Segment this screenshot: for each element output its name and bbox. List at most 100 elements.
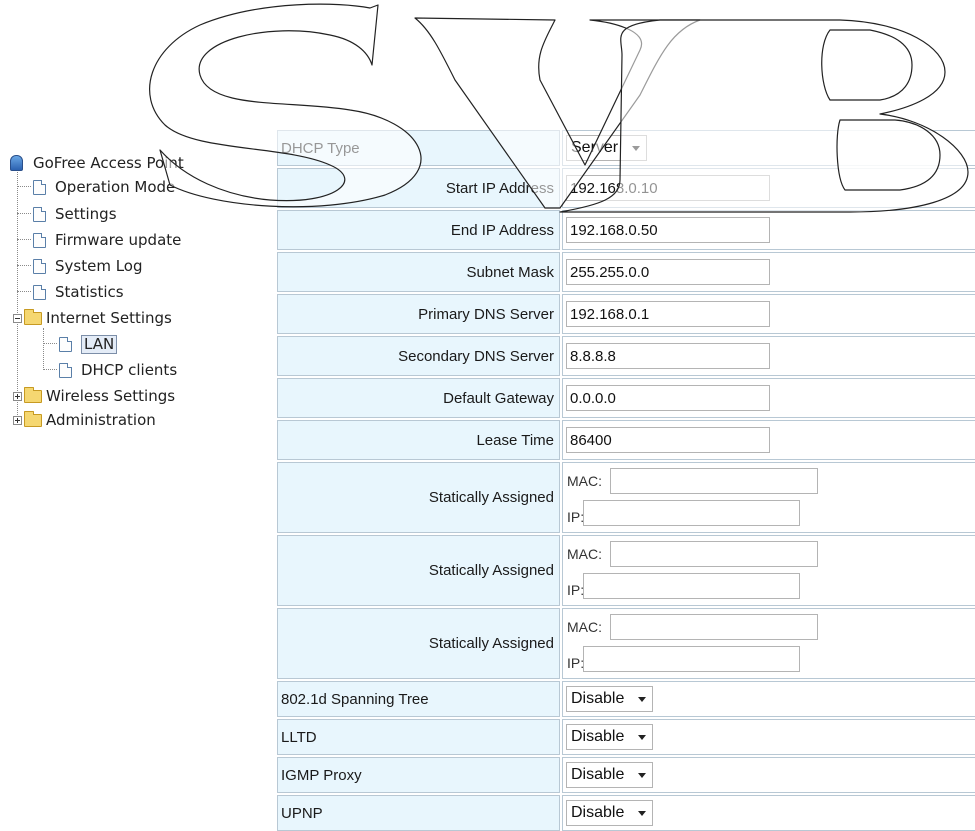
tree-folder-wireless-settings[interactable]: Wireless Settings bbox=[13, 384, 175, 408]
expand-icon[interactable] bbox=[13, 391, 22, 401]
primary-dns-label: Primary DNS Server bbox=[277, 294, 560, 334]
mac-label: MAC: bbox=[567, 619, 602, 635]
row-lltd: LLTD Disable bbox=[277, 719, 975, 755]
ip-input[interactable] bbox=[583, 573, 800, 599]
mac-label: MAC: bbox=[567, 546, 602, 562]
chevron-down-icon bbox=[638, 734, 647, 740]
row-dhcp-type: DHCP Type Server bbox=[277, 130, 975, 166]
tree-item-system-log[interactable]: System Log bbox=[33, 254, 143, 278]
tree-folder-label: Internet Settings bbox=[46, 309, 172, 327]
subnet-mask-input[interactable] bbox=[566, 259, 770, 285]
upnp-select[interactable]: Disable bbox=[566, 800, 654, 826]
tree-root[interactable]: GoFree Access Point bbox=[10, 151, 184, 175]
collapse-icon[interactable] bbox=[13, 313, 22, 323]
tree-item-dhcp-clients[interactable]: DHCP clients bbox=[59, 358, 177, 382]
row-secondary-dns: Secondary DNS Server bbox=[277, 336, 975, 376]
tree-root-label: GoFree Access Point bbox=[33, 154, 184, 172]
tree-item-lan[interactable]: LAN bbox=[59, 332, 118, 356]
chevron-down-icon bbox=[632, 145, 641, 151]
igmp-proxy-label: IGMP Proxy bbox=[277, 757, 560, 793]
dhcp-type-select[interactable]: Server bbox=[566, 135, 648, 161]
row-default-gateway: Default Gateway bbox=[277, 378, 975, 418]
default-gateway-input[interactable] bbox=[566, 385, 770, 411]
tree-item-settings[interactable]: Settings bbox=[33, 202, 117, 226]
static-assignment-label: Statically Assigned bbox=[277, 462, 560, 533]
ip-label: IP: bbox=[567, 509, 585, 525]
mac-input[interactable] bbox=[610, 468, 818, 494]
secondary-dns-input[interactable] bbox=[566, 343, 770, 369]
row-primary-dns: Primary DNS Server bbox=[277, 294, 975, 334]
ip-label: IP: bbox=[567, 655, 585, 671]
access-point-icon bbox=[10, 155, 23, 171]
lltd-value: Disable bbox=[571, 728, 625, 745]
page-icon bbox=[33, 179, 46, 195]
row-static-assignment: Statically Assigned MAC: IP: bbox=[277, 535, 975, 606]
start-ip-label: Start IP Address bbox=[277, 168, 560, 208]
end-ip-label: End IP Address bbox=[277, 210, 560, 250]
tree-item-statistics[interactable]: Statistics bbox=[33, 280, 124, 304]
lease-time-label: Lease Time bbox=[277, 420, 560, 460]
dhcp-type-value: Server bbox=[571, 139, 619, 156]
tree-item-label: DHCP clients bbox=[81, 361, 178, 379]
page-icon bbox=[59, 362, 72, 378]
mac-input[interactable] bbox=[610, 614, 818, 640]
tree-item-operation-mode[interactable]: Operation Mode bbox=[33, 175, 175, 199]
default-gateway-label: Default Gateway bbox=[277, 378, 560, 418]
expand-icon[interactable] bbox=[13, 415, 22, 425]
tree-item-label: System Log bbox=[55, 257, 143, 275]
page-icon bbox=[33, 206, 46, 222]
lltd-select[interactable]: Disable bbox=[566, 724, 654, 750]
tree-folder-internet-settings[interactable]: Internet Settings bbox=[13, 306, 172, 330]
folder-icon bbox=[24, 410, 42, 427]
tree-item-label: Statistics bbox=[55, 283, 124, 301]
igmp-proxy-select[interactable]: Disable bbox=[566, 762, 654, 788]
static-assignment-label: Statically Assigned bbox=[277, 535, 560, 606]
ip-input[interactable] bbox=[583, 500, 800, 526]
lease-time-input[interactable] bbox=[566, 427, 770, 453]
row-static-assignment: Statically Assigned MAC: IP: bbox=[277, 608, 975, 679]
spanning-tree-value: Disable bbox=[571, 690, 625, 707]
folder-icon bbox=[24, 386, 42, 403]
tree-folder-label: Administration bbox=[46, 411, 156, 429]
navigation-tree: GoFree Access Point Operation Mode Setti… bbox=[0, 0, 270, 830]
row-spanning-tree: 802.1d Spanning Tree Disable bbox=[277, 681, 975, 717]
row-end-ip: End IP Address bbox=[277, 210, 975, 250]
page-icon bbox=[59, 336, 72, 352]
chevron-down-icon bbox=[638, 696, 647, 702]
page-icon bbox=[33, 232, 46, 248]
tree-item-firmware-update[interactable]: Firmware update bbox=[33, 228, 181, 252]
tree-folder-label: Wireless Settings bbox=[46, 387, 176, 405]
folder-open-icon bbox=[24, 308, 42, 325]
page-icon bbox=[33, 258, 46, 274]
tree-folder-administration[interactable]: Administration bbox=[13, 408, 156, 432]
dhcp-type-label: DHCP Type bbox=[277, 130, 560, 166]
row-subnet-mask: Subnet Mask bbox=[277, 252, 975, 292]
igmp-proxy-value: Disable bbox=[571, 766, 625, 783]
start-ip-input[interactable] bbox=[566, 175, 770, 201]
row-lease-time: Lease Time bbox=[277, 420, 975, 460]
row-static-assignment: Statically Assigned MAC: IP: bbox=[277, 462, 975, 533]
row-start-ip: Start IP Address bbox=[277, 168, 975, 208]
subnet-mask-label: Subnet Mask bbox=[277, 252, 560, 292]
tree-item-label: Settings bbox=[55, 205, 117, 223]
tree-item-label: Firmware update bbox=[55, 231, 182, 249]
ip-input[interactable] bbox=[583, 646, 800, 672]
tree-item-label: LAN bbox=[81, 334, 118, 354]
mac-input[interactable] bbox=[610, 541, 818, 567]
ip-label: IP: bbox=[567, 582, 585, 598]
row-upnp: UPNP Disable bbox=[277, 795, 975, 831]
static-assignment-label: Statically Assigned bbox=[277, 608, 560, 679]
spanning-tree-select[interactable]: Disable bbox=[566, 686, 654, 712]
primary-dns-input[interactable] bbox=[566, 301, 770, 327]
lltd-label: LLTD bbox=[277, 719, 560, 755]
page-icon bbox=[33, 284, 46, 300]
tree-item-label: Operation Mode bbox=[55, 178, 176, 196]
upnp-value: Disable bbox=[571, 804, 625, 821]
chevron-down-icon bbox=[638, 810, 647, 816]
chevron-down-icon bbox=[638, 772, 647, 778]
end-ip-input[interactable] bbox=[566, 217, 770, 243]
row-igmp-proxy: IGMP Proxy Disable bbox=[277, 757, 975, 793]
mac-label: MAC: bbox=[567, 473, 602, 489]
secondary-dns-label: Secondary DNS Server bbox=[277, 336, 560, 376]
spanning-tree-label: 802.1d Spanning Tree bbox=[277, 681, 560, 717]
